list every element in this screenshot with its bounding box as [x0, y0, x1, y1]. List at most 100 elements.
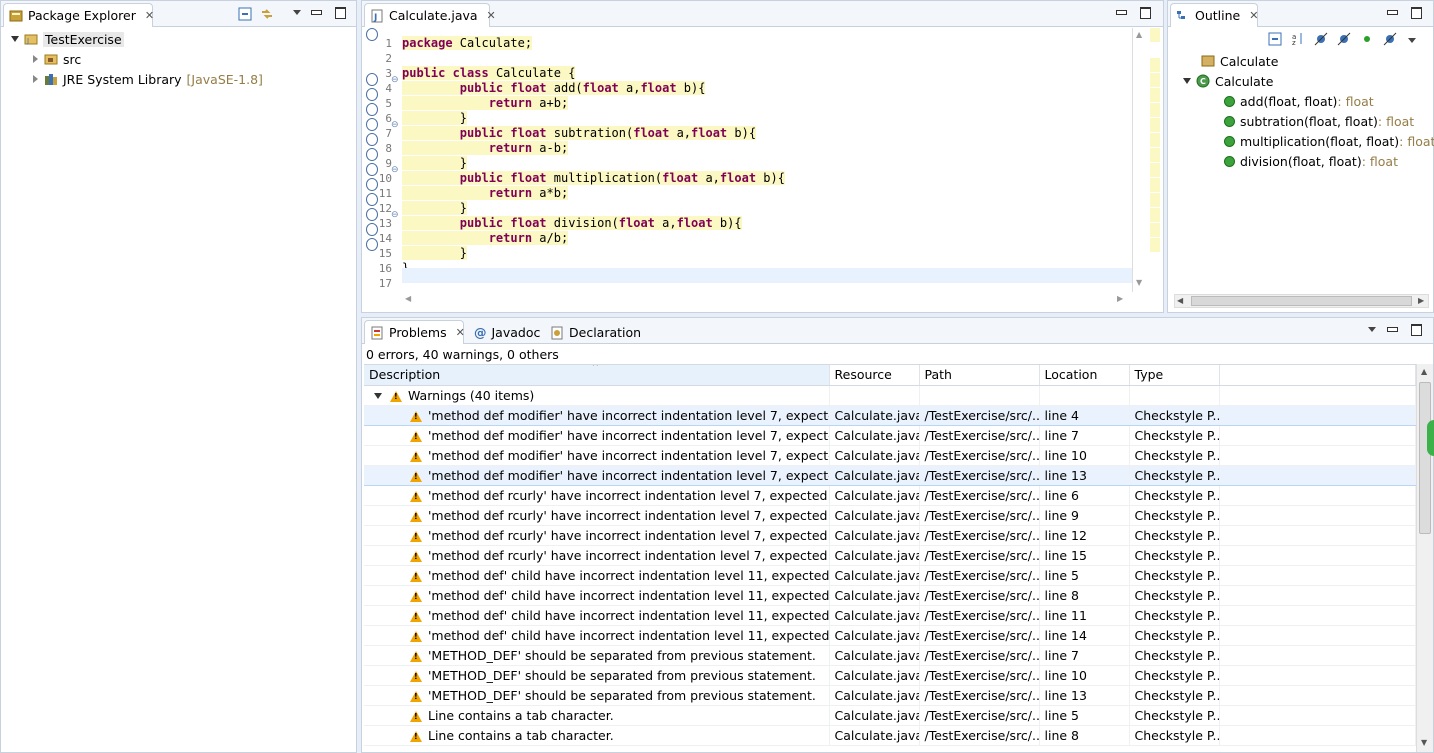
outline-method[interactable]: division(float, float) : float [1224, 151, 1398, 171]
minimize-icon[interactable] [1115, 6, 1127, 18]
hide-nonpublic-icon[interactable] [1360, 32, 1374, 46]
hide-static-icon[interactable] [1337, 32, 1351, 46]
problems-table: Description ^ Resource Path Location Type… [364, 365, 1416, 746]
problem-row[interactable]: 'method def modifier' have incorrect ind… [364, 464, 1416, 486]
close-icon[interactable]: ✕ [1249, 9, 1258, 22]
expand-icon[interactable] [31, 75, 39, 83]
scroll-left-icon[interactable]: ◀ [405, 294, 411, 303]
view-menu-icon[interactable] [1406, 34, 1418, 46]
collapse-all-icon[interactable] [238, 7, 252, 21]
scroll-right-icon[interactable]: ▶ [1117, 294, 1123, 303]
maximize-icon[interactable] [1410, 323, 1422, 336]
problem-row[interactable]: 'METHOD_DEF' should be separated from pr… [364, 665, 1416, 686]
minimize-icon[interactable] [1386, 6, 1398, 18]
scroll-thumb[interactable] [1191, 296, 1412, 306]
scroll-up-icon[interactable]: ▲ [1136, 30, 1142, 39]
view-menu-icon[interactable] [1366, 323, 1378, 335]
warning-icon [410, 450, 422, 462]
editor-hscroll[interactable]: ◀ ▶ [402, 292, 1132, 308]
tree-item-src[interactable]: src [31, 49, 81, 69]
tab-outline[interactable]: Outline ✕ [1170, 3, 1258, 27]
scroll-thumb[interactable] [1419, 382, 1431, 534]
hide-fields-icon[interactable] [1314, 32, 1328, 46]
tree-item-project[interactable]: J TestExercise [11, 29, 124, 49]
sort-icon[interactable]: az [1291, 32, 1305, 47]
scroll-down-icon[interactable]: ▼ [1136, 278, 1142, 287]
maximize-icon[interactable] [1139, 6, 1151, 19]
column-path[interactable]: Path [919, 365, 1040, 386]
tab-declaration[interactable]: Declaration [544, 320, 648, 344]
problem-resource: Calculate.java [829, 625, 920, 646]
problem-type: Checkstyle P... [1129, 565, 1220, 586]
problem-type: Checkstyle P... [1129, 685, 1220, 706]
scroll-right-icon[interactable]: ▶ [1418, 296, 1424, 305]
tab-package-explorer[interactable]: Package Explorer ✕ [3, 3, 154, 27]
problem-row[interactable]: 'method def modifier' have incorrect ind… [364, 445, 1416, 466]
code-area[interactable]: package Calculate; public class Calculate… [402, 28, 1132, 286]
outline-method[interactable]: add(float, float) : float [1224, 91, 1374, 111]
hide-local-types-icon[interactable] [1383, 32, 1397, 46]
fold-icon[interactable]: ⊖ [391, 208, 399, 223]
column-resource[interactable]: Resource [829, 365, 920, 386]
problem-row[interactable]: 'method def modifier' have incorrect ind… [364, 404, 1416, 426]
problem-row[interactable]: 'METHOD_DEF' should be separated from pr… [364, 645, 1416, 666]
expand-icon[interactable] [11, 35, 19, 43]
outline-title: Outline [1195, 8, 1241, 23]
scroll-left-icon[interactable]: ◀ [1177, 296, 1183, 305]
problem-path: /TestExercise/src/... [919, 425, 1040, 446]
minimize-icon[interactable] [310, 6, 322, 18]
column-type[interactable]: Type [1129, 365, 1220, 386]
collapse-all-icon[interactable] [1268, 32, 1282, 46]
tab-calculate-java[interactable]: J Calculate.java ✕ [364, 3, 496, 27]
outline-method[interactable]: multiplication(float, float) : float [1224, 131, 1434, 151]
close-icon[interactable]: ✕ [487, 9, 496, 22]
warnings-group-row[interactable]: Warnings (40 items) [364, 385, 1416, 406]
scroll-down-icon[interactable]: ▼ [1421, 738, 1427, 747]
column-location[interactable]: Location [1039, 365, 1130, 386]
fold-icon[interactable]: ⊖ [391, 163, 399, 178]
sort-indicator-icon: ^ [592, 365, 599, 371]
column-description[interactable]: Description ^ [364, 365, 830, 386]
expand-icon[interactable] [31, 55, 39, 63]
problem-row[interactable]: 'method def' child have incorrect indent… [364, 565, 1416, 586]
problem-row[interactable]: 'method def modifier' have incorrect ind… [364, 425, 1416, 446]
editor-vscroll[interactable]: ▲ ▼ [1132, 28, 1147, 292]
problem-location: line 8 [1039, 725, 1130, 746]
problem-row[interactable]: 'method def rcurly' have incorrect inden… [364, 545, 1416, 566]
problems-summary: 0 errors, 40 warnings, 0 others [366, 347, 559, 362]
problem-row[interactable]: 'method def rcurly' have incorrect inden… [364, 485, 1416, 506]
problem-type: Checkstyle P... [1129, 725, 1220, 746]
outline-class[interactable]: C Calculate [1183, 71, 1273, 91]
tree-item-jre[interactable]: JRE System Library [JavaSE-1.8] [31, 69, 263, 89]
problem-row[interactable]: 'method def' child have incorrect indent… [364, 605, 1416, 626]
problem-type: Checkstyle P... [1129, 545, 1220, 566]
problem-location: line 13 [1039, 685, 1130, 706]
expand-icon[interactable] [1183, 77, 1191, 85]
outline-method[interactable]: subtration(float, float) : float [1224, 111, 1414, 131]
problem-row[interactable]: 'method def' child have incorrect indent… [364, 585, 1416, 606]
maximize-icon[interactable] [334, 6, 346, 19]
problem-row[interactable]: 'method def' child have incorrect indent… [364, 625, 1416, 646]
problem-row[interactable]: Line contains a tab character. Calculate.… [364, 705, 1416, 726]
outline-package[interactable]: Calculate [1201, 51, 1278, 71]
close-icon[interactable]: ✕ [456, 326, 465, 339]
scroll-up-icon[interactable]: ▲ [1421, 367, 1427, 376]
outline-hscroll[interactable]: ◀ ▶ [1174, 294, 1429, 308]
problem-row[interactable]: 'method def rcurly' have incorrect inden… [364, 505, 1416, 526]
view-menu-icon[interactable] [291, 6, 303, 18]
minimize-icon[interactable] [1386, 323, 1398, 335]
problem-row[interactable]: Line contains a tab character. Calculate.… [364, 725, 1416, 746]
maximize-icon[interactable] [1410, 6, 1422, 19]
warning-icon [410, 490, 422, 502]
tab-javadoc[interactable]: @ Javadoc [468, 320, 547, 344]
code-line: return a+b; [402, 96, 1132, 111]
close-icon[interactable]: ✕ [145, 9, 154, 22]
public-method-icon [1224, 115, 1235, 127]
tab-problems[interactable]: Problems ✕ [364, 320, 465, 344]
expand-icon[interactable] [374, 392, 382, 400]
fold-icon[interactable]: ⊖ [391, 73, 399, 88]
problem-row[interactable]: 'method def rcurly' have incorrect inden… [364, 525, 1416, 546]
fold-icon[interactable]: ⊖ [391, 118, 399, 133]
problem-row[interactable]: 'METHOD_DEF' should be separated from pr… [364, 685, 1416, 706]
link-with-editor-icon[interactable] [260, 7, 274, 21]
